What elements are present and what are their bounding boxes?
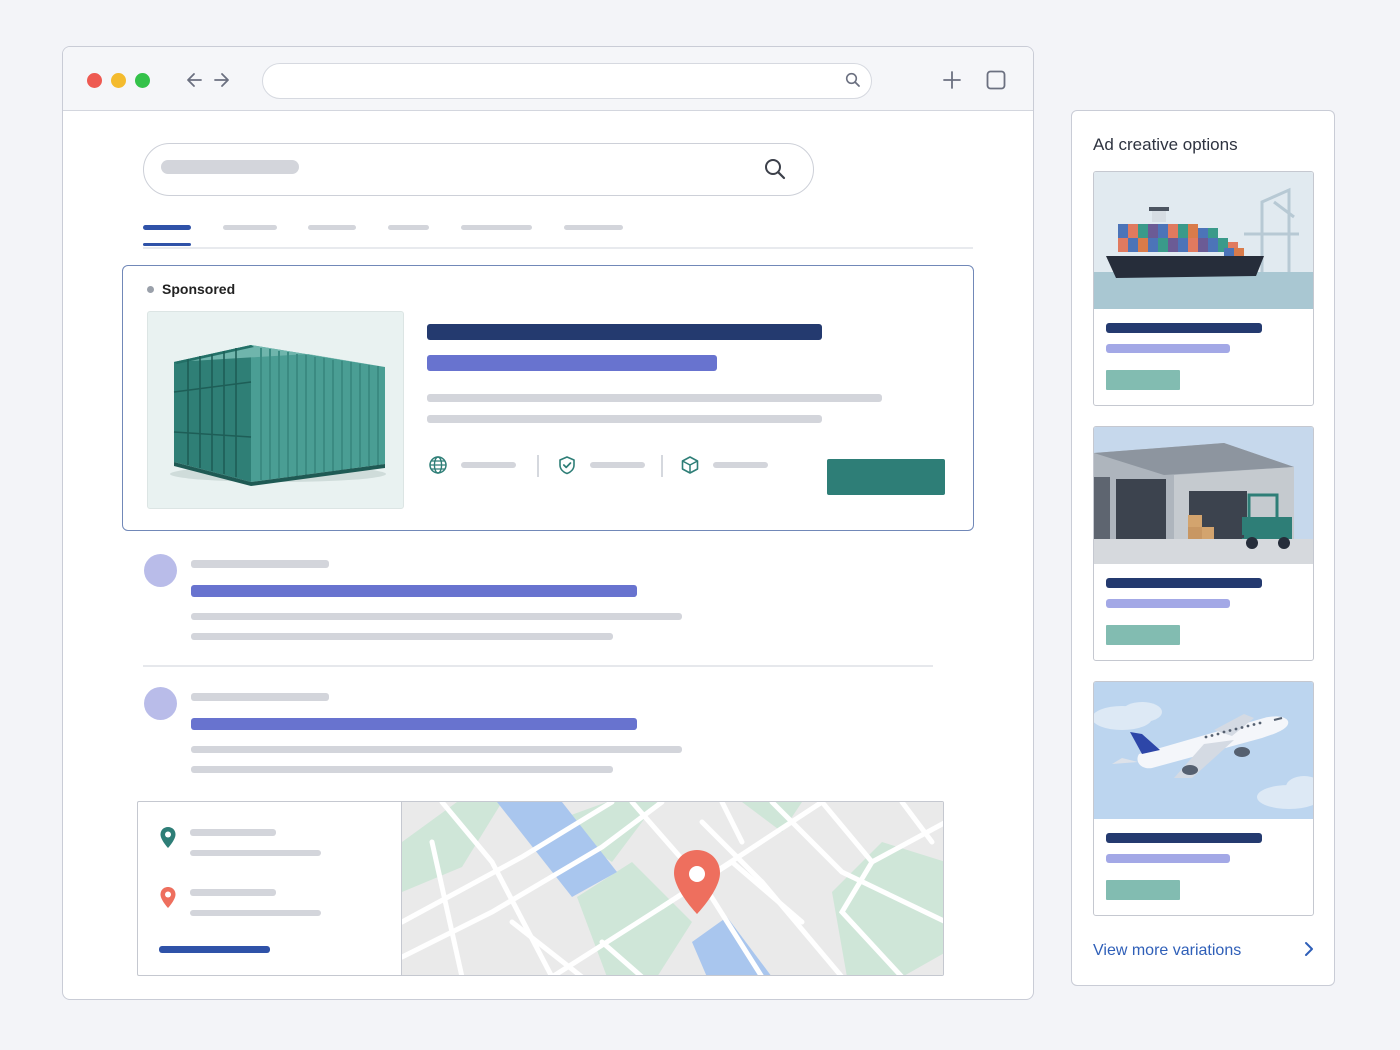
ad-meta-line-3 xyxy=(713,462,768,468)
search-icon xyxy=(845,72,861,93)
ad-meta-line-1 xyxy=(461,462,516,468)
panel-title: Ad creative options xyxy=(1093,135,1238,154)
result-2-snippet-line-2 xyxy=(191,766,613,773)
variation-2-subline xyxy=(1106,599,1230,608)
maximize-window-dot[interactable] xyxy=(135,73,150,88)
sponsored-label: Sponsored xyxy=(162,281,236,297)
sponsored-dot xyxy=(147,285,154,293)
variation-2-headline xyxy=(1106,578,1262,588)
creative-variation-3[interactable] xyxy=(1093,681,1314,916)
result-1-avatar xyxy=(144,554,177,587)
local-map-panel xyxy=(137,801,944,976)
tab-2[interactable] xyxy=(223,225,277,230)
result-2-title-link[interactable] xyxy=(191,718,637,730)
package-box-icon xyxy=(680,455,700,475)
variation-3-headline xyxy=(1106,833,1262,843)
ad-description-line-1 xyxy=(427,394,882,402)
variation-3-subline xyxy=(1106,854,1230,863)
search-placeholder-bar xyxy=(161,160,299,174)
variation-1-cta xyxy=(1106,370,1180,390)
tabs-overview-icon[interactable] xyxy=(983,67,1009,93)
location-pin-red-icon xyxy=(159,886,177,910)
cargo-ship-image xyxy=(1094,172,1313,309)
search-icon[interactable] xyxy=(763,157,787,186)
tab-active[interactable] xyxy=(143,225,191,230)
tab-5[interactable] xyxy=(461,225,532,230)
result-1-snippet-line-2 xyxy=(191,633,613,640)
address-bar[interactable] xyxy=(262,63,872,99)
minimize-window-dot[interactable] xyxy=(111,73,126,88)
globe-icon xyxy=(428,455,448,475)
variation-2-cta xyxy=(1106,625,1180,645)
ad-subheadline-bar xyxy=(427,355,717,371)
ad-creative-options-panel: Ad creative options View more variations xyxy=(1071,110,1335,986)
sponsored-ad-card[interactable]: Sponsored xyxy=(122,265,974,531)
airplane-image xyxy=(1094,682,1313,819)
ad-cta-button[interactable] xyxy=(827,459,945,495)
sponsored-badge: Sponsored xyxy=(147,281,235,297)
tab-4[interactable] xyxy=(388,225,429,230)
tab-3[interactable] xyxy=(308,225,356,230)
more-locations-link[interactable] xyxy=(159,946,270,953)
view-more-label: View more variations xyxy=(1093,942,1242,959)
variation-1-subline xyxy=(1106,344,1230,353)
new-tab-plus-icon[interactable] xyxy=(939,67,965,93)
tabs-divider xyxy=(143,247,973,249)
variation-3-cta xyxy=(1106,880,1180,900)
close-window-dot[interactable] xyxy=(87,73,102,88)
results-divider xyxy=(143,665,933,667)
tab-active-underline xyxy=(143,243,191,246)
result-2-snippet-line-1 xyxy=(191,746,682,753)
location-pin-green-icon xyxy=(159,826,177,850)
shield-check-icon xyxy=(557,455,577,475)
ad-meta-line-2 xyxy=(590,462,645,468)
chevron-right-icon xyxy=(1303,941,1315,962)
shipping-container-image[interactable] xyxy=(147,311,404,509)
location-1-address-bar xyxy=(190,850,321,856)
creative-variation-1[interactable] xyxy=(1093,171,1314,406)
result-1-source-bar xyxy=(191,560,329,568)
result-1-snippet-line-1 xyxy=(191,613,682,620)
tab-6[interactable] xyxy=(564,225,623,230)
ad-headline-bar[interactable] xyxy=(427,324,822,340)
meta-separator-1 xyxy=(537,455,539,477)
map-view[interactable] xyxy=(399,802,943,975)
location-2-name-bar[interactable] xyxy=(190,889,276,896)
forward-arrow-icon[interactable] xyxy=(209,67,233,93)
warehouse-forklift-image xyxy=(1094,427,1313,564)
location-1-name-bar[interactable] xyxy=(190,829,276,836)
browser-toolbar xyxy=(63,47,1033,111)
back-arrow-icon[interactable] xyxy=(183,67,207,93)
browser-window: Sponsored xyxy=(62,46,1034,1000)
result-1-title-link[interactable] xyxy=(191,585,637,597)
variation-1-headline xyxy=(1106,323,1262,333)
view-more-variations-link[interactable]: View more variations xyxy=(1093,939,1315,963)
ad-description-line-2 xyxy=(427,415,822,423)
page-search-input[interactable] xyxy=(143,143,814,196)
result-2-avatar xyxy=(144,687,177,720)
location-2-address-bar xyxy=(190,910,321,916)
result-2-source-bar xyxy=(191,693,329,701)
creative-variation-2[interactable] xyxy=(1093,426,1314,661)
meta-separator-2 xyxy=(661,455,663,477)
